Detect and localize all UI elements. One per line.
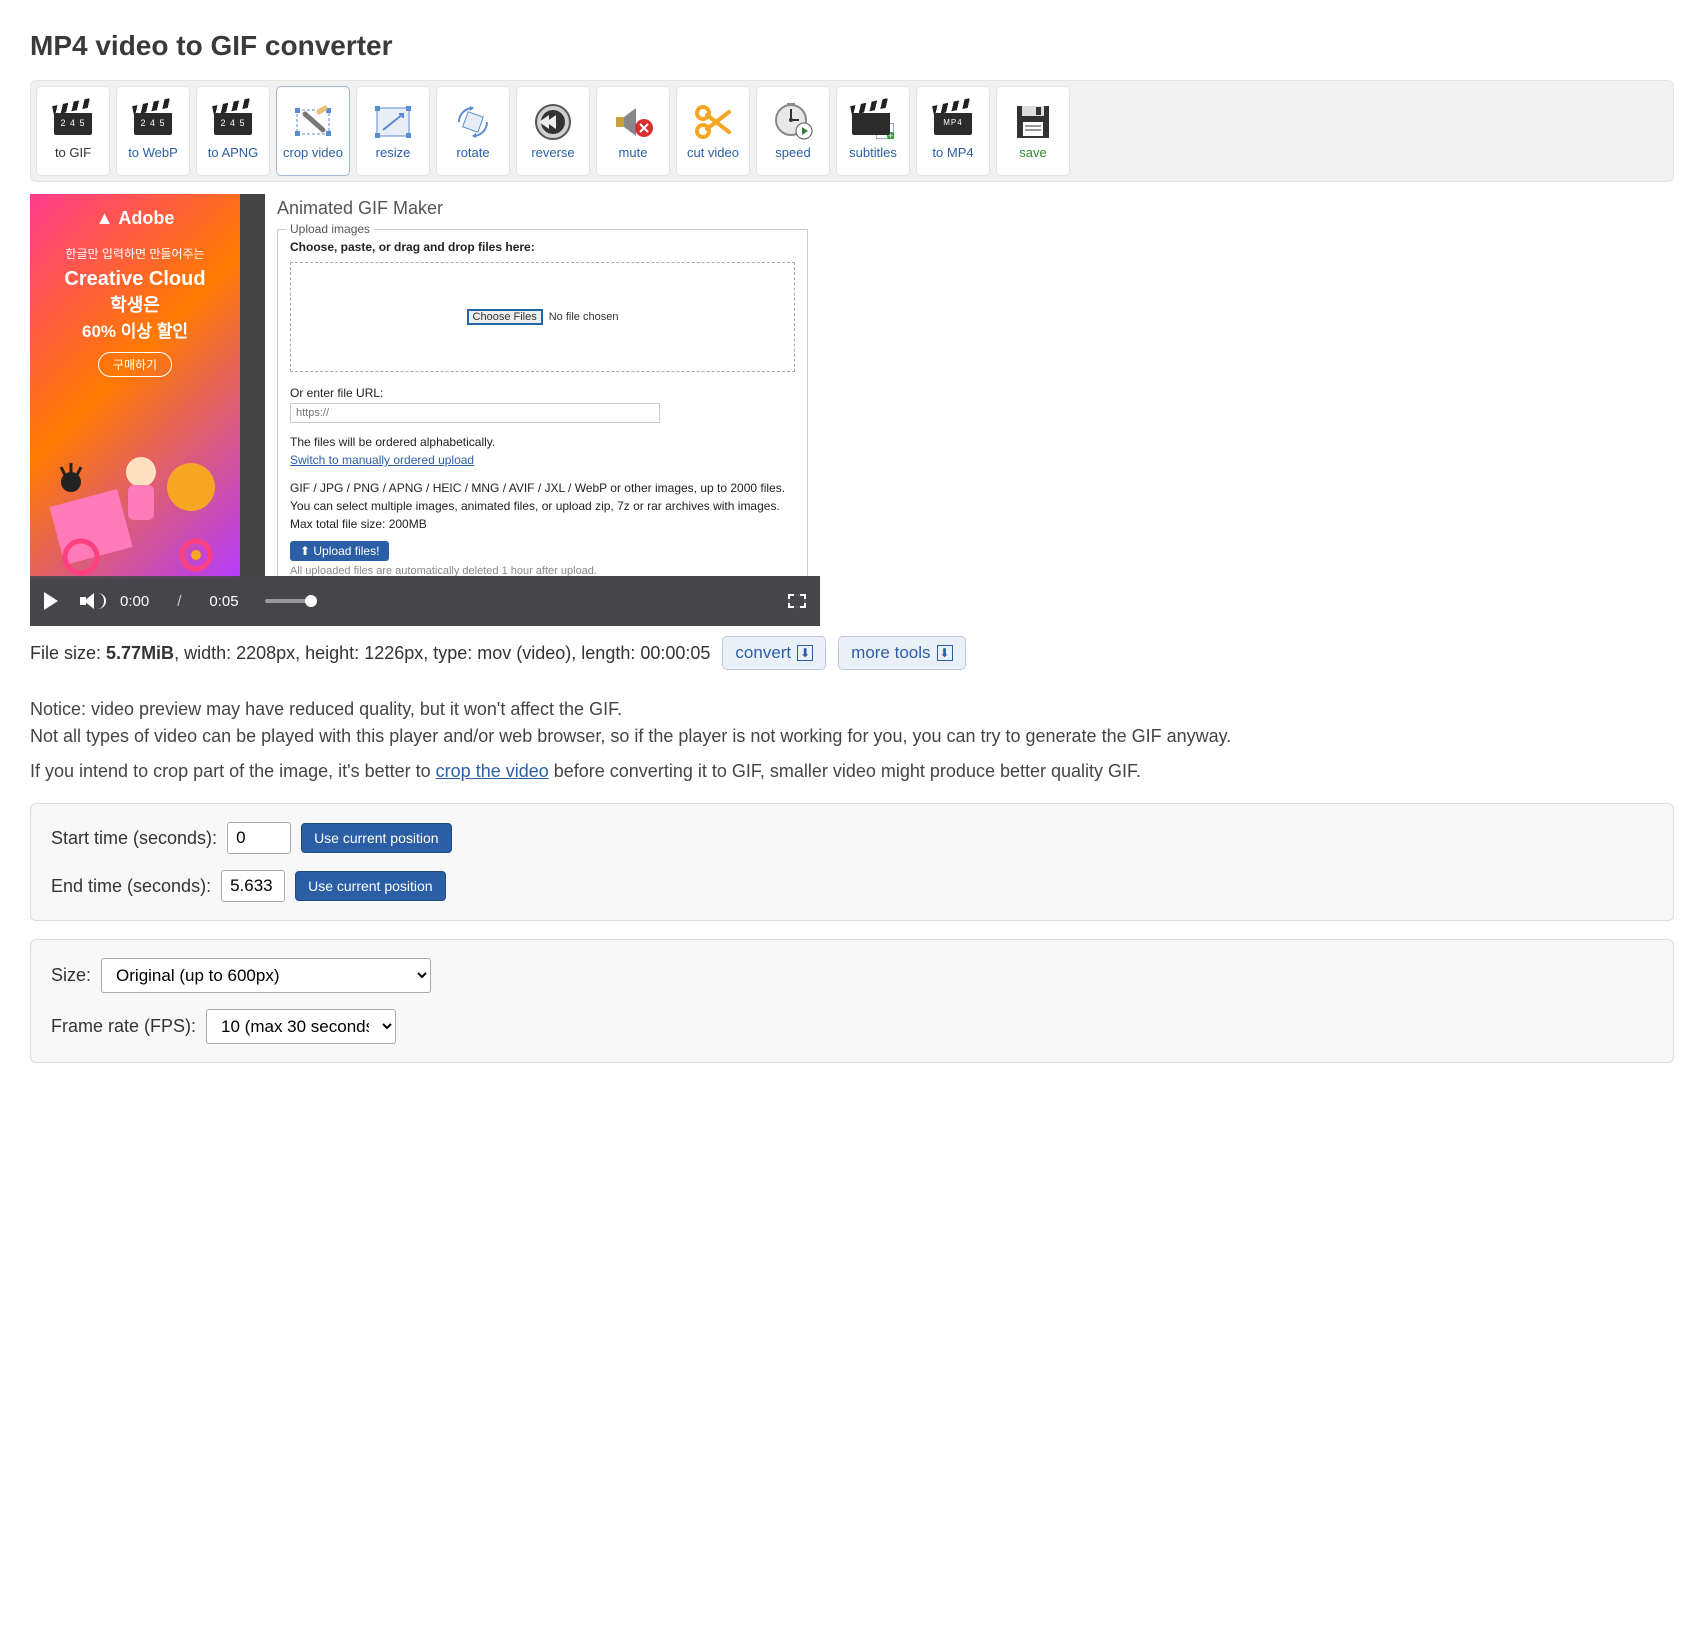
crop-icon <box>290 102 336 142</box>
dropdown-icon: ⬇ <box>937 645 953 661</box>
play-button[interactable] <box>44 592 58 610</box>
video-controls: 0:00 / 0:05 <box>30 576 820 626</box>
total-time: 0:05 <box>209 593 238 610</box>
mp4-icon: MP4 <box>930 102 976 142</box>
upload-panel: Animated GIF Maker Upload images Choose,… <box>265 194 820 576</box>
tool-label: mute <box>619 146 648 160</box>
clapper-icon: 2 4 5 <box>50 102 96 142</box>
rotate-icon <box>450 102 496 142</box>
upload-button[interactable]: ⬆ Upload files! <box>290 541 389 561</box>
order-note: The files will be ordered alphabetically… <box>290 433 795 451</box>
fps-select[interactable]: 10 (max 30 seconds) <box>206 1009 396 1044</box>
size-label: Size: <box>51 965 91 986</box>
time-range-panel: Start time (seconds): Use current positi… <box>30 803 1674 921</box>
ad-cta-button[interactable]: 구매하기 <box>98 352 172 377</box>
ad-banner[interactable]: ▲ Adobe 한글만 입력하면 만들어주는 Creative Cloud 학생… <box>30 194 240 579</box>
tool-to-gif[interactable]: 2 4 5 to GIF <box>36 86 110 176</box>
tool-mute[interactable]: mute <box>596 86 670 176</box>
no-file-label: No file chosen <box>549 311 619 323</box>
ad-text: Creative Cloud <box>38 268 232 291</box>
video-preview-area: ▲ Adobe 한글만 입력하면 만들어주는 Creative Cloud 학생… <box>30 194 1674 626</box>
tool-label: crop video <box>283 146 343 160</box>
tool-label: to GIF <box>55 146 91 160</box>
page-title: MP4 video to GIF converter <box>30 30 1674 62</box>
tool-rotate[interactable]: rotate <box>436 86 510 176</box>
use-current-end-button[interactable]: Use current position <box>295 871 446 901</box>
tool-subtitles[interactable]: T+ subtitles <box>836 86 910 176</box>
crop-hint: If you intend to crop part of the image,… <box>30 758 1674 785</box>
formats-note: GIF / JPG / PNG / APNG / HEIC / MNG / AV… <box>290 479 795 497</box>
tool-label: to MP4 <box>932 146 973 160</box>
tool-save[interactable]: save <box>996 86 1070 176</box>
subtitles-icon: T+ <box>850 102 896 142</box>
reverse-icon <box>530 102 576 142</box>
mute-icon <box>610 102 656 142</box>
end-time-input[interactable] <box>221 870 285 902</box>
output-options-panel: Size: Original (up to 600px) Frame rate … <box>30 939 1674 1063</box>
ad-text: 한글만 입력하면 만들어주는 <box>38 245 232 262</box>
tool-label: to WebP <box>128 146 178 160</box>
progress-bar[interactable] <box>265 599 311 603</box>
panel-heading: Animated GIF Maker <box>277 198 808 219</box>
tool-cut-video[interactable]: cut video <box>676 86 750 176</box>
ad-text: 60% 이상 할인 <box>38 317 232 342</box>
ad-logo: ▲ Adobe <box>38 208 232 229</box>
tool-label: save <box>1019 146 1046 160</box>
tool-reverse[interactable]: reverse <box>516 86 590 176</box>
tool-label: cut video <box>687 146 739 160</box>
start-time-input[interactable] <box>227 822 291 854</box>
upload-fieldset: Upload images Choose, paste, or drag and… <box>277 229 808 576</box>
end-time-label: End time (seconds): <box>51 876 211 897</box>
tool-label: resize <box>376 146 411 160</box>
maxsize-note: Max total file size: 200MB <box>290 515 795 533</box>
switch-order-link[interactable]: Switch to manually ordered upload <box>290 453 474 467</box>
clapper-icon: 2 4 5 <box>210 102 256 142</box>
ad-artwork <box>36 427 236 577</box>
crop-video-link[interactable]: crop the video <box>436 761 549 781</box>
choose-prompt: Choose, paste, or drag and drop files he… <box>290 240 795 254</box>
drop-zone[interactable]: Choose Files No file chosen <box>290 262 795 372</box>
tool-to-apng[interactable]: 2 4 5 to APNG <box>196 86 270 176</box>
tool-to-webp[interactable]: 2 4 5 to WebP <box>116 86 190 176</box>
autodelete-note: All uploaded files are automatically del… <box>290 565 795 576</box>
url-input[interactable] <box>290 403 660 423</box>
toolbar: 2 4 5 to GIF 2 4 5 to WebP 2 4 5 to APNG cr… <box>30 80 1674 182</box>
resize-icon <box>370 102 416 142</box>
current-time: 0:00 <box>120 593 149 610</box>
tool-crop-video[interactable]: crop video <box>276 86 350 176</box>
floppy-icon <box>1010 102 1056 142</box>
tool-label: to APNG <box>208 146 259 160</box>
ad-text: 학생은 <box>38 291 232 317</box>
dropdown-icon: ⬇ <box>797 645 813 661</box>
volume-button[interactable] <box>80 593 98 609</box>
video-player[interactable]: ▲ Adobe 한글만 입력하면 만들어주는 Creative Cloud 학생… <box>30 194 820 626</box>
fullscreen-button[interactable] <box>788 594 806 608</box>
tool-to-mp4[interactable]: MP4 to MP4 <box>916 86 990 176</box>
tool-label: rotate <box>456 146 489 160</box>
notice-text: Notice: video preview may have reduced q… <box>30 696 1674 750</box>
url-label: Or enter file URL: <box>290 386 795 400</box>
clapper-icon: 2 4 5 <box>130 102 176 142</box>
size-select[interactable]: Original (up to 600px) <box>101 958 431 993</box>
file-info-text: File size: 5.77MiB, width: 2208px, heigh… <box>30 643 710 664</box>
more-tools-button[interactable]: more tools⬇ <box>838 636 965 670</box>
multi-note: You can select multiple images, animated… <box>290 497 795 515</box>
tool-label: speed <box>775 146 810 160</box>
use-current-start-button[interactable]: Use current position <box>301 823 452 853</box>
convert-button[interactable]: convert⬇ <box>722 636 826 670</box>
fps-label: Frame rate (FPS): <box>51 1016 196 1037</box>
tool-resize[interactable]: resize <box>356 86 430 176</box>
tool-label: reverse <box>531 146 574 160</box>
fieldset-legend: Upload images <box>286 222 374 236</box>
start-time-label: Start time (seconds): <box>51 828 217 849</box>
file-info-row: File size: 5.77MiB, width: 2208px, heigh… <box>30 636 1674 670</box>
tool-label: subtitles <box>849 146 897 160</box>
scissors-icon <box>690 102 736 142</box>
choose-files-button[interactable]: Choose Files <box>467 309 543 325</box>
speed-icon <box>770 102 816 142</box>
tool-speed[interactable]: speed <box>756 86 830 176</box>
time-separator: / <box>177 593 181 610</box>
